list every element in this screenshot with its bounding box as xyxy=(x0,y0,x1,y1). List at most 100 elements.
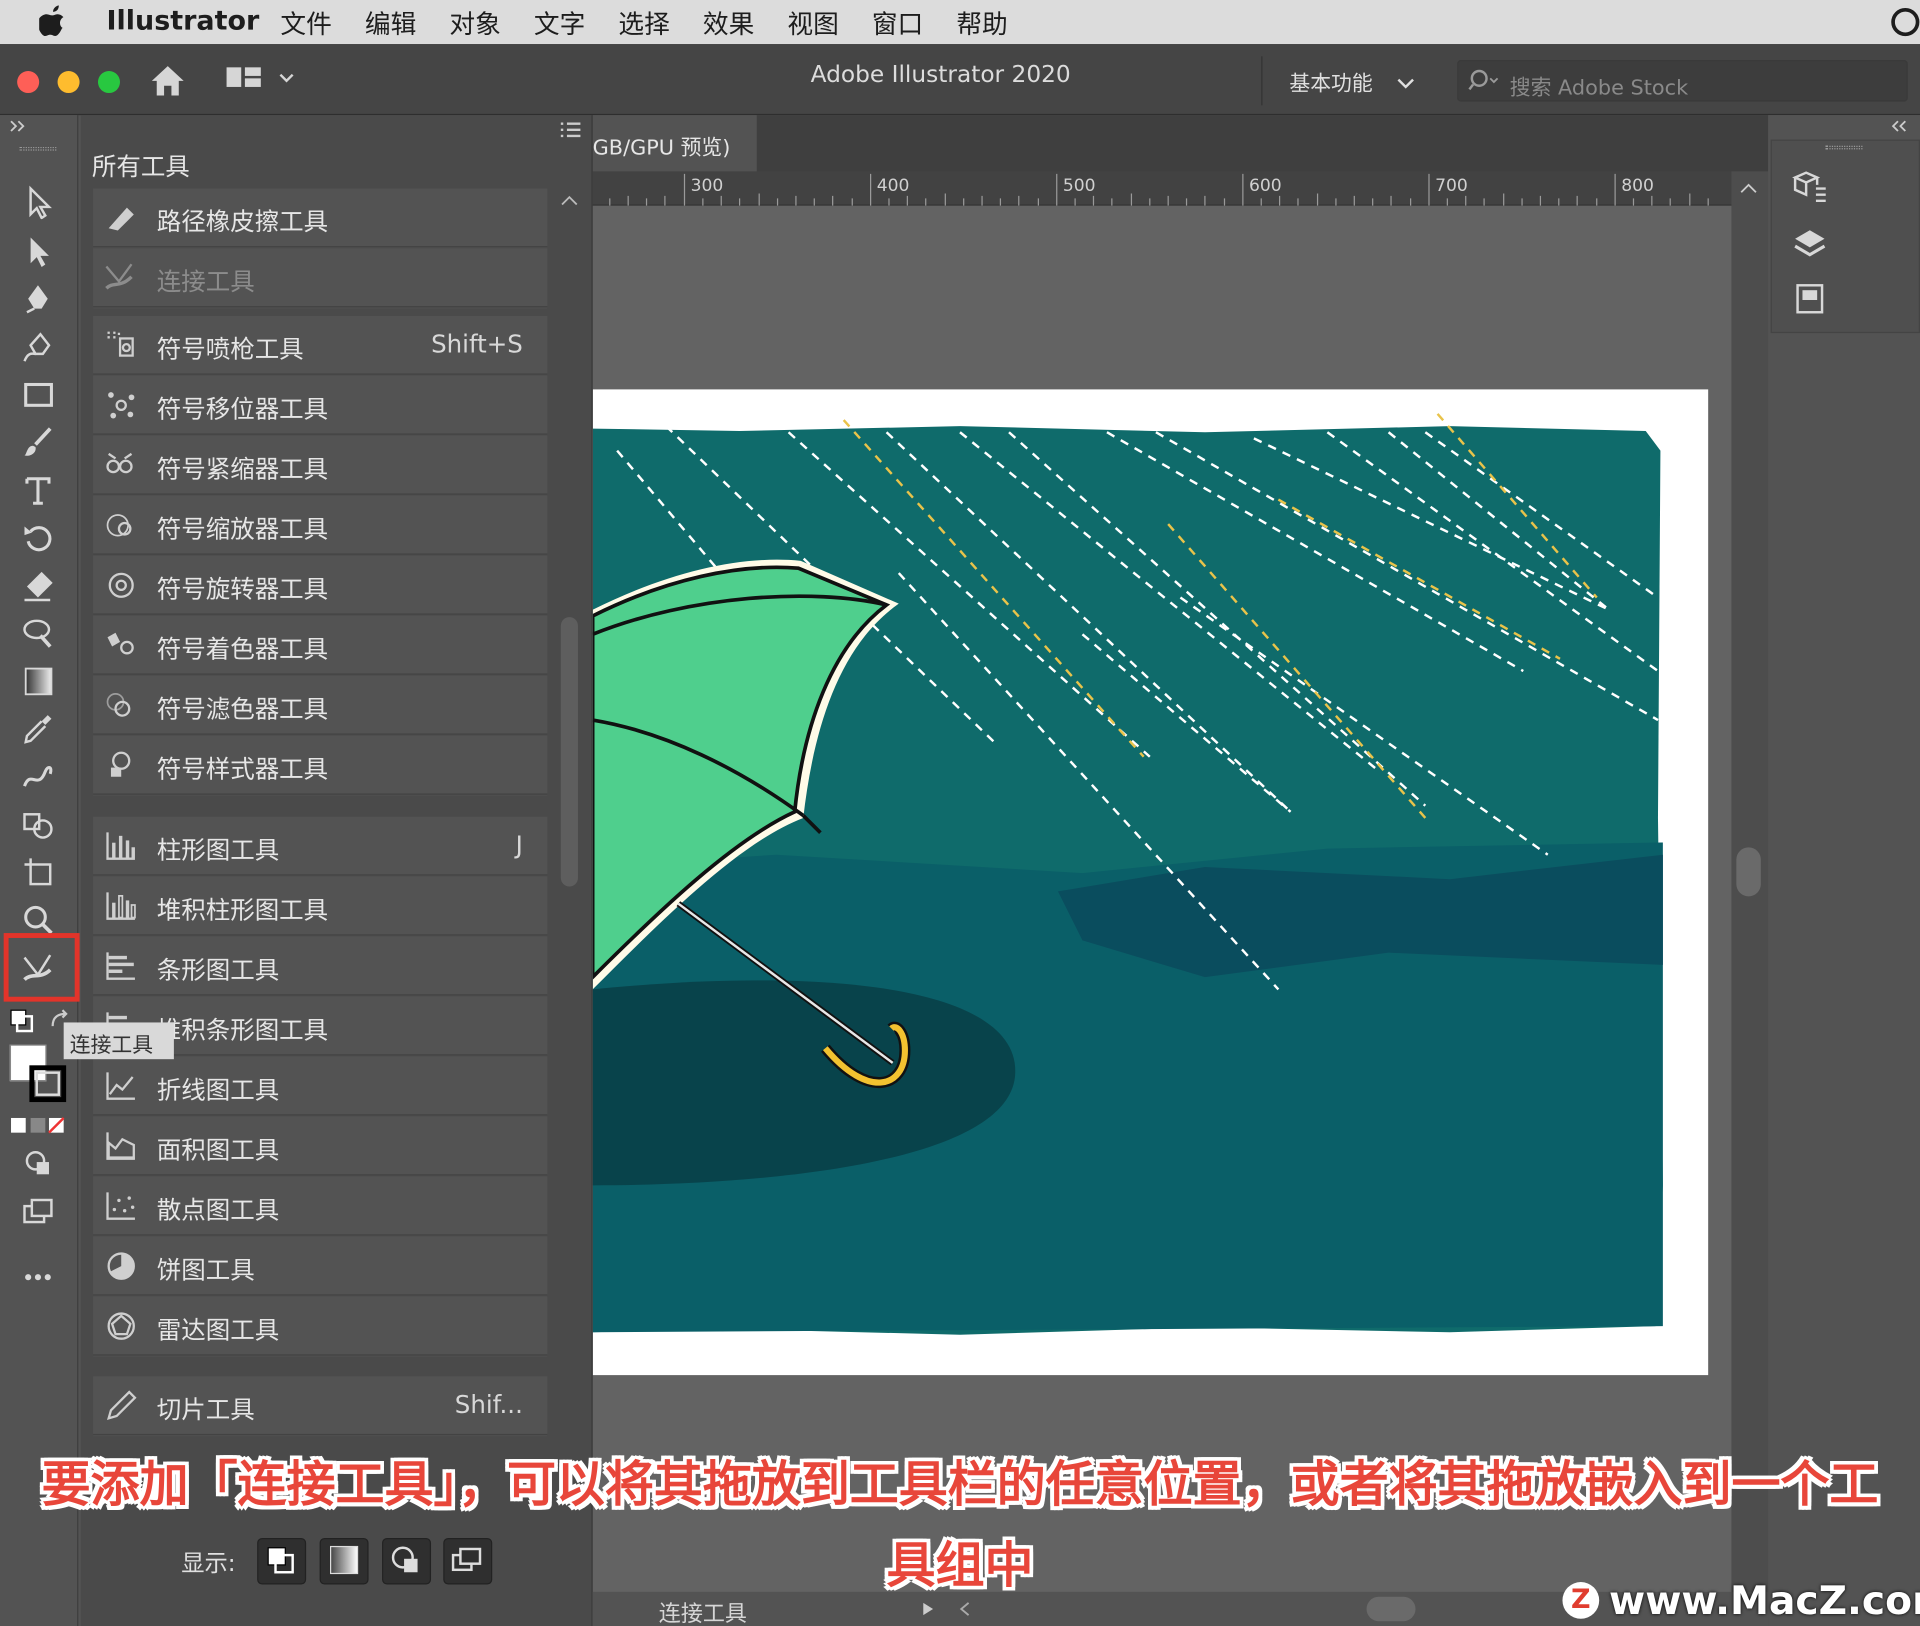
arrange-documents-icon[interactable] xyxy=(226,65,300,92)
close-window-button[interactable] xyxy=(17,71,40,94)
tool-row[interactable]: 符号着色器工具 xyxy=(93,615,548,675)
scroll-up-icon[interactable] xyxy=(1739,181,1759,196)
menu-item[interactable]: 效果 xyxy=(703,5,754,42)
tool-label: 符号滤色器工具 xyxy=(156,694,329,724)
menu-item[interactable]: 选择 xyxy=(618,5,669,42)
paintbrush-tool-icon[interactable] xyxy=(18,424,57,461)
screen-mode-icon[interactable] xyxy=(18,1193,57,1230)
rotate-tool-icon[interactable] xyxy=(18,519,57,556)
pie-graph-icon xyxy=(104,1249,141,1283)
vertical-scroll-thumb[interactable] xyxy=(1736,847,1761,897)
tool-label: 面积图工具 xyxy=(156,1135,280,1165)
tool-label: 柱形图工具 xyxy=(156,835,280,865)
watermark-logo: Z xyxy=(1562,1582,1600,1619)
symbol-sizer-icon xyxy=(104,508,141,542)
document-tab-bar xyxy=(592,115,1769,172)
tool-row[interactable]: 折线图工具 xyxy=(93,1056,548,1116)
artwork-illustration[interactable] xyxy=(592,206,1732,1626)
tool-shortcut: J xyxy=(515,830,523,860)
artboard-tool-icon[interactable] xyxy=(18,853,57,890)
type-tool-icon[interactable] xyxy=(18,471,57,508)
ruler-tick-label: 700 xyxy=(1435,176,1468,196)
tool-label: 符号着色器工具 xyxy=(156,634,329,664)
tool-label: 雷达图工具 xyxy=(156,1315,280,1345)
tool-row[interactable]: 符号喷枪工具 Shift+S xyxy=(93,315,548,375)
caption-line-1: 要添加「连接工具」，可以将其拖放到工具栏的任意位置，或者将其拖放嵌入到一个工 xyxy=(41,1457,1879,1514)
menu-item[interactable]: 文字 xyxy=(534,5,585,42)
collapse-panel-icon[interactable] xyxy=(1891,120,1908,132)
panel-menu-icon[interactable] xyxy=(558,120,582,140)
width-tool-icon[interactable] xyxy=(18,615,57,652)
tool-label: 条形图工具 xyxy=(156,955,280,985)
tool-row[interactable]: 符号移位器工具 xyxy=(93,375,548,435)
menu-item[interactable]: 窗口 xyxy=(872,5,923,42)
tool-row[interactable]: 条形图工具 xyxy=(93,936,548,996)
tool-row[interactable]: 切片工具 Shif... xyxy=(93,1376,548,1436)
menu-item[interactable]: 帮助 xyxy=(956,5,1007,42)
canvas-area[interactable] xyxy=(592,205,1732,1626)
menu-item[interactable]: 视图 xyxy=(787,5,838,42)
layers-panel-icon[interactable] xyxy=(1791,227,1828,264)
zoom-window-button[interactable] xyxy=(97,71,121,94)
tool-row[interactable]: 连接工具 xyxy=(93,248,548,308)
expand-toolbar-icon[interactable] xyxy=(10,120,27,132)
tool-row[interactable]: 符号旋转器工具 xyxy=(93,555,548,615)
tool-label: 符号紧缩器工具 xyxy=(156,454,329,484)
eraser-tool-icon[interactable] xyxy=(18,567,57,604)
eyedropper-tool-icon[interactable] xyxy=(18,710,57,747)
vertical-scrollbar[interactable] xyxy=(1731,171,1769,1592)
tool-row[interactable]: 柱形图工具 J xyxy=(93,816,548,876)
horizontal-ruler[interactable]: 300 400 500 600 700 800 xyxy=(592,171,1732,206)
column-graph-icon xyxy=(104,829,141,863)
panel-scroll-up-icon[interactable] xyxy=(560,193,580,208)
adobe-stock-search-input[interactable]: 搜索 Adobe Stock xyxy=(1457,60,1908,102)
more-tools-icon[interactable] xyxy=(18,1259,57,1296)
menu-item[interactable]: 对象 xyxy=(449,5,500,42)
tool-row[interactable]: 路径橡皮擦工具 xyxy=(93,188,548,248)
selection-tool-icon[interactable] xyxy=(18,184,57,221)
rectangle-tool-icon[interactable] xyxy=(18,376,57,413)
tool-label: 散点图工具 xyxy=(156,1195,280,1225)
shape-builder-tool-icon[interactable] xyxy=(18,806,57,843)
tool-row[interactable]: 符号缩放器工具 xyxy=(93,495,548,555)
home-icon[interactable] xyxy=(148,62,187,99)
curvature-tool-icon[interactable] xyxy=(18,328,57,365)
default-fill-stroke-icon[interactable] xyxy=(10,1009,34,1033)
properties-panel-icon[interactable] xyxy=(1791,168,1828,205)
tool-row[interactable]: 符号紧缩器工具 xyxy=(93,435,548,495)
direct-selection-tool-icon[interactable] xyxy=(18,233,57,270)
join-tool-icon xyxy=(104,261,141,295)
panel-scroll-thumb[interactable] xyxy=(560,617,578,887)
blend-tool-icon[interactable] xyxy=(18,758,57,795)
tool-row[interactable]: 雷达图工具 xyxy=(93,1296,548,1356)
apple-icon[interactable] xyxy=(39,5,66,37)
tool-label: 符号缩放器工具 xyxy=(156,514,329,544)
join-tool-highlight xyxy=(3,933,80,1002)
tool-row[interactable]: 符号滤色器工具 xyxy=(93,675,548,735)
symbol-scruncher-icon xyxy=(104,448,141,482)
creative-cloud-icon[interactable] xyxy=(1891,7,1920,37)
tooltip-text: 连接工具 xyxy=(69,1033,154,1058)
document-tab[interactable]: GB/GPU 预览) xyxy=(592,115,757,172)
tool-row[interactable]: 散点图工具 xyxy=(93,1176,548,1236)
tool-label: 路径橡皮擦工具 xyxy=(156,206,329,237)
color-mode-icons[interactable] xyxy=(10,1114,66,1136)
libraries-panel-icon[interactable] xyxy=(1791,280,1828,317)
minimize-window-button[interactable] xyxy=(57,71,80,94)
pen-tool-icon[interactable] xyxy=(18,280,57,317)
stroke-swatch[interactable] xyxy=(29,1065,67,1103)
tool-label: 符号移位器工具 xyxy=(156,394,329,424)
gradient-tool-icon[interactable] xyxy=(18,662,57,699)
app-name-menu[interactable]: Illustrator xyxy=(107,6,260,37)
menu-item[interactable]: 编辑 xyxy=(365,5,416,42)
drawing-modes-icon[interactable] xyxy=(18,1145,57,1182)
tool-row[interactable]: 饼图工具 xyxy=(93,1236,548,1296)
tool-row[interactable]: 堆积柱形图工具 xyxy=(93,876,548,936)
tool-row[interactable]: 符号样式器工具 xyxy=(93,735,548,795)
right-panel-dock xyxy=(1768,115,1920,1626)
tool-row[interactable]: 面积图工具 xyxy=(93,1116,548,1176)
tool-group: 路径橡皮擦工具连接工具 xyxy=(93,188,548,309)
app-window: Illustrator 文件 编辑 对象 文字 选择 效果 视图 窗口 帮助 Adobe Ill… xyxy=(0,0,1920,1626)
menu-item[interactable]: 文件 xyxy=(280,5,331,42)
workspace-switcher[interactable]: 基本功能 xyxy=(1289,66,1416,97)
